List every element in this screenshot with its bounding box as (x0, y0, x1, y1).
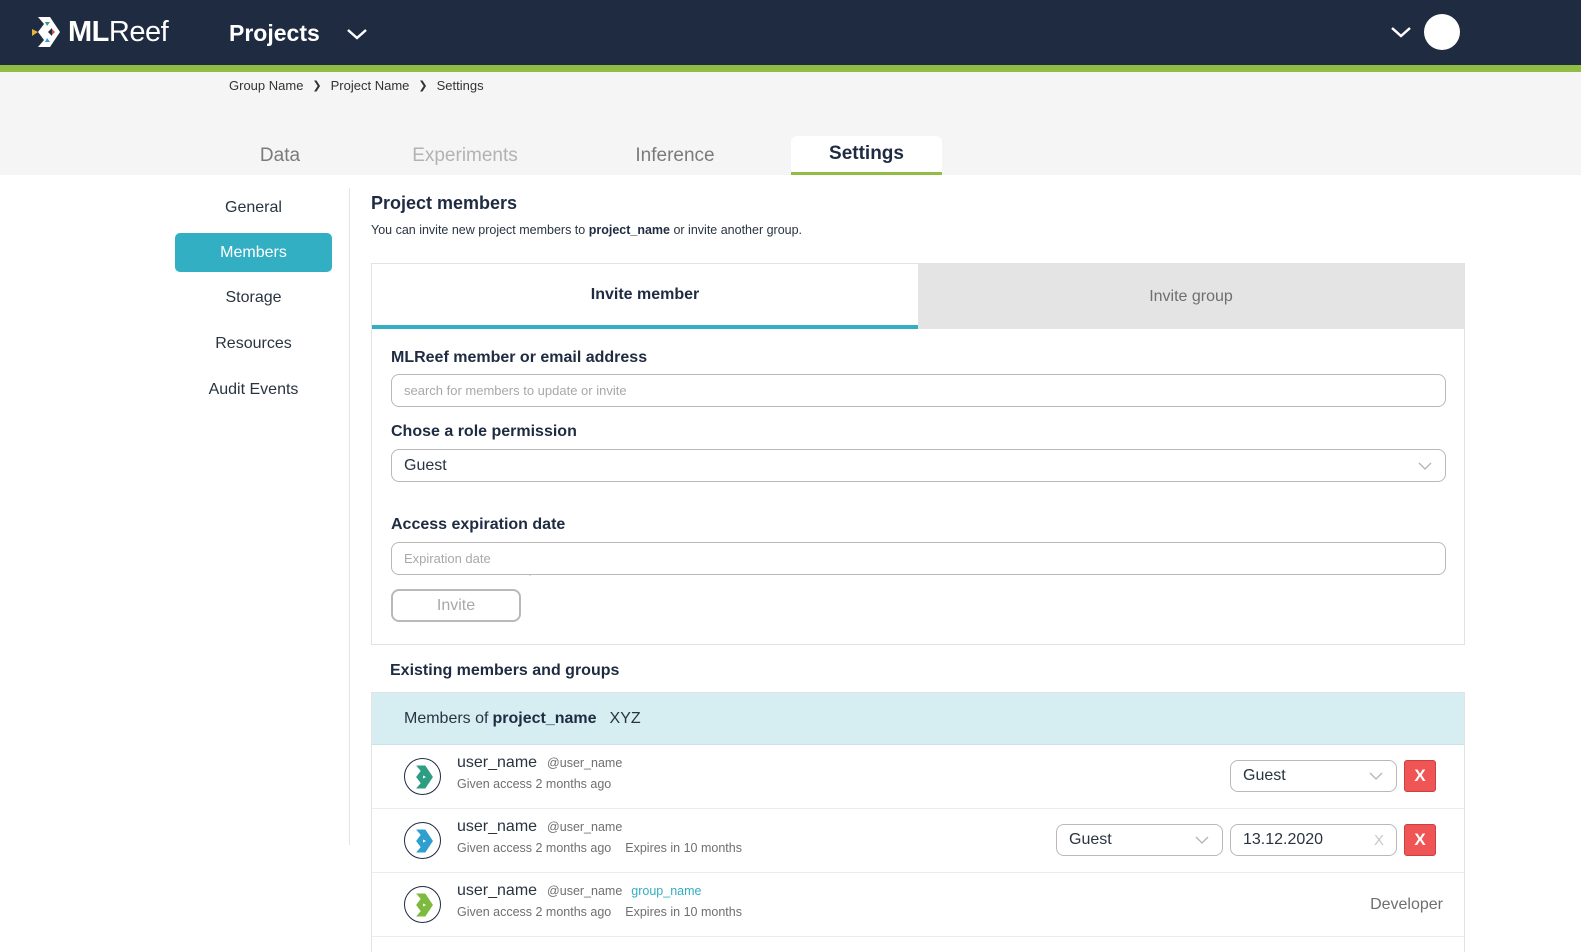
member-role-select[interactable]: Guest (1230, 760, 1397, 792)
mlreef-logo[interactable]: MLReef (32, 15, 169, 49)
tab-settings[interactable]: Settings (791, 136, 942, 175)
member-given-access: Given access 2 months ago (457, 905, 612, 919)
tab-inference[interactable]: Inference (610, 136, 740, 175)
member-meta: Given access 2 months ago Expires in 10 m… (457, 841, 742, 855)
navbar-accent-stripe (0, 65, 1581, 72)
clear-date-icon[interactable]: X (1374, 832, 1384, 849)
member-avatar-icon (415, 829, 433, 852)
members-list: Members of project_name XYZ user_name @us… (371, 692, 1465, 952)
desc-prefix: You can invite new project members to (371, 223, 589, 237)
member-role-text: Developer (1370, 896, 1443, 913)
members-head-prefix: Members of (404, 709, 489, 727)
member-name: user_name (457, 882, 538, 899)
sidebar-item-audit-events[interactable]: Audit Events (175, 370, 332, 409)
breadcrumb-settings[interactable]: Settings (437, 78, 484, 93)
tab-invite-member[interactable]: Invite member (372, 264, 918, 329)
member-meta: Given access 2 months ago Expires in 10 m… (457, 905, 742, 919)
role-select[interactable]: Guest (391, 449, 1446, 482)
member-name: user_name (457, 754, 538, 771)
member-avatar (404, 822, 441, 859)
member-expiration-value: 13.12.2020 (1243, 831, 1324, 848)
chevron-right-icon: ❯ (312, 80, 322, 92)
tab-experiments[interactable]: Experiments (390, 136, 540, 175)
member-role-value: Guest (1069, 831, 1112, 848)
breadcrumb: Group Name ❯ Project Name ❯ Settings (229, 78, 484, 93)
member-expires: Expires in 10 months (625, 841, 742, 855)
member-expires: Expires in 10 months (625, 905, 742, 919)
brand-name: MLReef (68, 15, 169, 49)
member-handle: @user_name (547, 884, 623, 898)
invite-card: Invite member Invite group MLReef member… (371, 263, 1465, 645)
remove-member-button[interactable]: X (1404, 824, 1436, 856)
chevron-down-icon (1195, 836, 1209, 844)
member-role-select[interactable]: Guest (1056, 824, 1223, 856)
page-description: You can invite new project members to pr… (371, 223, 802, 237)
desc-project-name: project_name (588, 223, 670, 237)
projects-label: Projects (229, 20, 320, 46)
sidebar-item-general[interactable]: General (175, 188, 332, 227)
members-head-project: project_name (492, 709, 597, 727)
sidebar-item-storage[interactable]: Storage (175, 278, 332, 317)
member-handle: @user_name (547, 820, 623, 834)
invite-button[interactable]: Invite (391, 589, 521, 622)
member-avatar (404, 758, 441, 795)
member-handle: @user_name (547, 756, 623, 770)
desc-suffix: or invite another group. (670, 223, 803, 237)
brand-bold: ML (68, 15, 109, 48)
member-role-value: Guest (1243, 767, 1286, 784)
chevron-right-icon: ❯ (418, 80, 428, 92)
brand-rest: Reef (108, 15, 169, 48)
role-field-label: Chose a role permission (391, 423, 577, 440)
chevron-down-icon (346, 28, 367, 40)
tab-invite-group[interactable]: Invite group (918, 264, 1464, 329)
member-field-label: MLReef member or email address (391, 349, 648, 366)
sidebar-item-resources[interactable]: Resources (175, 324, 332, 363)
member-row: user_name @user_name group_name Given acce… (372, 873, 1464, 937)
member-avatar (404, 886, 441, 923)
member-row: user_name @user_name Given access 2 month… (372, 809, 1464, 873)
member-group-link[interactable]: group_name (631, 884, 701, 898)
project-tabs: Data Experiments Inference Settings (0, 136, 1581, 175)
existing-members-title: Existing members and groups (390, 662, 620, 679)
member-search-input[interactable] (391, 374, 1446, 407)
expiration-field-label: Access expiration date (391, 516, 566, 533)
member-row: user_name @user_name Given access 2 month… (372, 745, 1464, 809)
member-meta: Given access 2 months ago (457, 777, 611, 791)
user-menu[interactable] (1390, 14, 1460, 50)
members-list-header: Members of project_name XYZ (372, 693, 1464, 745)
remove-member-button[interactable]: X (1404, 760, 1436, 792)
breadcrumb-project[interactable]: Project Name (331, 78, 410, 93)
chevron-down-icon (1418, 462, 1432, 470)
member-avatar-icon (415, 765, 433, 788)
mlreef-logo-icon (32, 17, 60, 47)
member-name-line: user_name @user_name (457, 754, 622, 772)
chevron-down-icon[interactable] (1390, 25, 1412, 39)
members-head-suffix: XYZ (609, 709, 641, 727)
member-name-line: user_name @user_name group_name (457, 882, 701, 900)
page-title: Project members (371, 193, 518, 213)
projects-dropdown[interactable]: Projects (229, 20, 368, 47)
tab-data[interactable]: Data (230, 136, 330, 175)
top-navbar: MLReef Projects (0, 0, 1581, 65)
member-name: user_name (457, 818, 538, 835)
expiration-date-input[interactable] (391, 542, 1446, 575)
sidebar-item-members[interactable]: Members (175, 233, 332, 272)
role-select-value: Guest (404, 456, 447, 474)
member-expiration-input[interactable]: 13.12.2020 X (1230, 824, 1397, 856)
member-given-access: Given access 2 months ago (457, 841, 612, 855)
member-name-line: user_name @user_name (457, 818, 622, 836)
settings-sidebar: General Members Storage Resources Audit … (175, 188, 350, 845)
user-avatar[interactable] (1424, 14, 1460, 50)
chevron-down-icon (1369, 772, 1383, 780)
breadcrumb-group[interactable]: Group Name (229, 78, 303, 93)
member-given-access: Given access 2 months ago (457, 777, 612, 791)
member-avatar-icon (415, 893, 433, 916)
